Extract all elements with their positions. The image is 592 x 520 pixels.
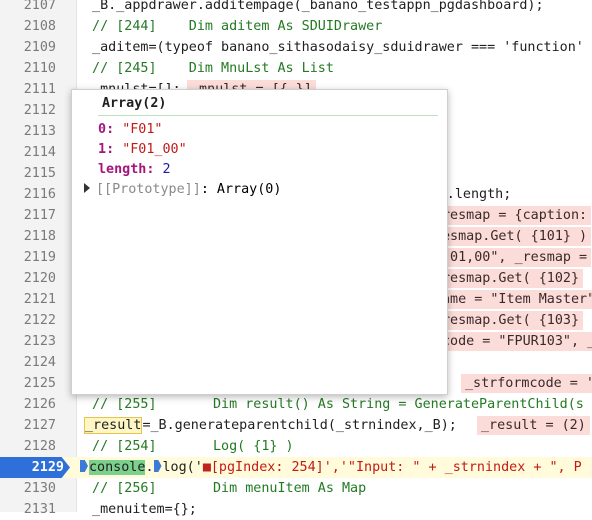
line-number[interactable]: 2130 bbox=[0, 478, 56, 499]
inline-value-2123: code = "FPUR103", _ bbox=[438, 332, 592, 351]
color-marker: ■ bbox=[202, 460, 211, 475]
line-number[interactable]: 2118 bbox=[0, 226, 56, 247]
code-line[interactable]: 2127 _result=_B.generateparentchild(_strn… bbox=[0, 415, 592, 436]
code-text: _menuitem={}; bbox=[84, 502, 197, 517]
entry-value: "F01" bbox=[122, 122, 163, 137]
code-line[interactable]: 2130 // [256] Dim menuItem As Map bbox=[0, 478, 592, 499]
code-log: log(' bbox=[162, 460, 203, 475]
array-entry-1: 1: "F01_00" bbox=[98, 142, 187, 157]
code-log-args: [pgIndex: 254]','"Input: " + _strnindex … bbox=[210, 460, 582, 475]
code-line[interactable]: 2110 // [245] Dim MnuLst As List bbox=[0, 58, 592, 79]
code-text: // [255] Dim result() As String = Genera… bbox=[84, 397, 584, 412]
code-line[interactable]: 2108 // [244] Dim aditem As SDUIDrawer bbox=[0, 16, 592, 37]
result-var[interactable]: _result bbox=[84, 417, 143, 434]
line-number[interactable]: 2110 bbox=[0, 58, 56, 79]
line-number[interactable]: 2119 bbox=[0, 247, 56, 268]
code-text: _B._appdrawer.additempage(_banano_testap… bbox=[84, 0, 544, 13]
code-text: _aditem=(typeof banano_sithasodaisy_sdui… bbox=[84, 40, 584, 55]
line-number[interactable]: 2108 bbox=[0, 16, 56, 37]
breakpoint-line-number[interactable]: 2129 bbox=[0, 457, 70, 478]
code-line[interactable]: 2109 _aditem=(typeof banano_sithasodaisy… bbox=[0, 37, 592, 58]
code-text: console. log('■[pgIndex: 254]','"Input: "… bbox=[80, 457, 582, 478]
inline-value-2118: esmap.Get( {101} ) bbox=[438, 227, 592, 246]
inline-value-2120: resmap.Get( {102} bbox=[438, 269, 584, 288]
line-number[interactable]: 2126 bbox=[0, 394, 56, 415]
code-line[interactable]: 2128 // [254] Log( {1} ) bbox=[0, 436, 592, 457]
entry-key: 1 bbox=[98, 142, 107, 157]
line-number[interactable]: 2128 bbox=[0, 436, 56, 457]
line-number[interactable]: 2109 bbox=[0, 37, 56, 58]
prototype-value: : Array(0) bbox=[200, 182, 282, 197]
entry-key: 0 bbox=[98, 122, 107, 137]
code-dot: . bbox=[145, 460, 154, 475]
line-number[interactable]: 2127 bbox=[0, 415, 56, 436]
inline-breakpoint-icon[interactable] bbox=[153, 460, 162, 472]
array-length: length: 2 bbox=[98, 162, 171, 177]
code-text: // [245] Dim MnuLst As List bbox=[84, 61, 334, 76]
length-key: length bbox=[98, 162, 147, 177]
console-token: console bbox=[89, 460, 146, 475]
current-execution-line[interactable]: 2129 console. log('■[pgIndex: 254]','"Inpu… bbox=[0, 457, 592, 478]
line-number[interactable]: 2117 bbox=[0, 205, 56, 226]
line-number[interactable]: 2121 bbox=[0, 289, 56, 310]
expand-arrow-icon[interactable] bbox=[84, 183, 90, 193]
line-number[interactable]: 2123 bbox=[0, 331, 56, 352]
code-line[interactable]: 2126 // [255] Dim result() As String = G… bbox=[0, 394, 592, 415]
line-number[interactable]: 2125 bbox=[0, 373, 56, 394]
popup-title: Array(2) bbox=[102, 96, 167, 111]
line-number[interactable]: 2114 bbox=[0, 142, 56, 163]
prototype-row[interactable]: [[Prototype]]: Array(0) bbox=[84, 180, 281, 200]
line-number[interactable]: 2116 bbox=[0, 184, 56, 205]
variable-hover-popup: Array(2) 0: "F01" 1: "F01_00" length: 2 … bbox=[71, 89, 448, 395]
line-number[interactable]: 2120 bbox=[0, 268, 56, 289]
code-line[interactable]: 2107 _B._appdrawer.additempage(_banano_t… bbox=[0, 0, 592, 16]
line-number[interactable]: 2113 bbox=[0, 121, 56, 142]
line-number[interactable]: 2115 bbox=[0, 163, 56, 184]
code-text: // [254] Log( {1} ) bbox=[84, 439, 294, 454]
inline-value-2117: resmap = {caption: bbox=[438, 206, 592, 225]
inline-value-2125: _strformcode = ' bbox=[461, 374, 592, 393]
code-line[interactable]: 2131 _menuitem={}; bbox=[0, 499, 592, 520]
code-text: _result=_B.generateparentchild(_strninde… bbox=[84, 415, 457, 436]
inline-value-2119: "01,00", _resmap = bbox=[438, 248, 592, 267]
line-number[interactable]: 2131 bbox=[0, 499, 56, 520]
popup-divider bbox=[98, 115, 438, 116]
inline-value-2122: resmap.Get( {103} bbox=[438, 311, 584, 330]
line-number[interactable]: 2111 bbox=[0, 79, 56, 100]
code-rest: =_B.generateparentchild(_strnindex,_B); bbox=[142, 418, 457, 433]
length-value: 2 bbox=[162, 162, 171, 177]
code-text: // [256] Dim menuItem As Map bbox=[84, 481, 367, 496]
inline-value-2121: ame = "Item Master" bbox=[438, 290, 592, 309]
array-entry-0: 0: "F01" bbox=[98, 122, 163, 137]
entry-value: "F01_00" bbox=[122, 142, 187, 157]
code-text: // [244] Dim aditem As SDUIDrawer bbox=[84, 19, 383, 34]
line-number[interactable]: 2107 bbox=[0, 0, 56, 16]
line-number[interactable]: 2122 bbox=[0, 310, 56, 331]
line-number[interactable]: 2112 bbox=[0, 100, 56, 121]
prototype-label: [[Prototype]] bbox=[96, 182, 201, 197]
inline-value-2127: _result = (2) bbox=[477, 416, 590, 435]
line-number[interactable]: 2124 bbox=[0, 352, 56, 373]
inline-breakpoint-icon[interactable] bbox=[80, 460, 88, 472]
